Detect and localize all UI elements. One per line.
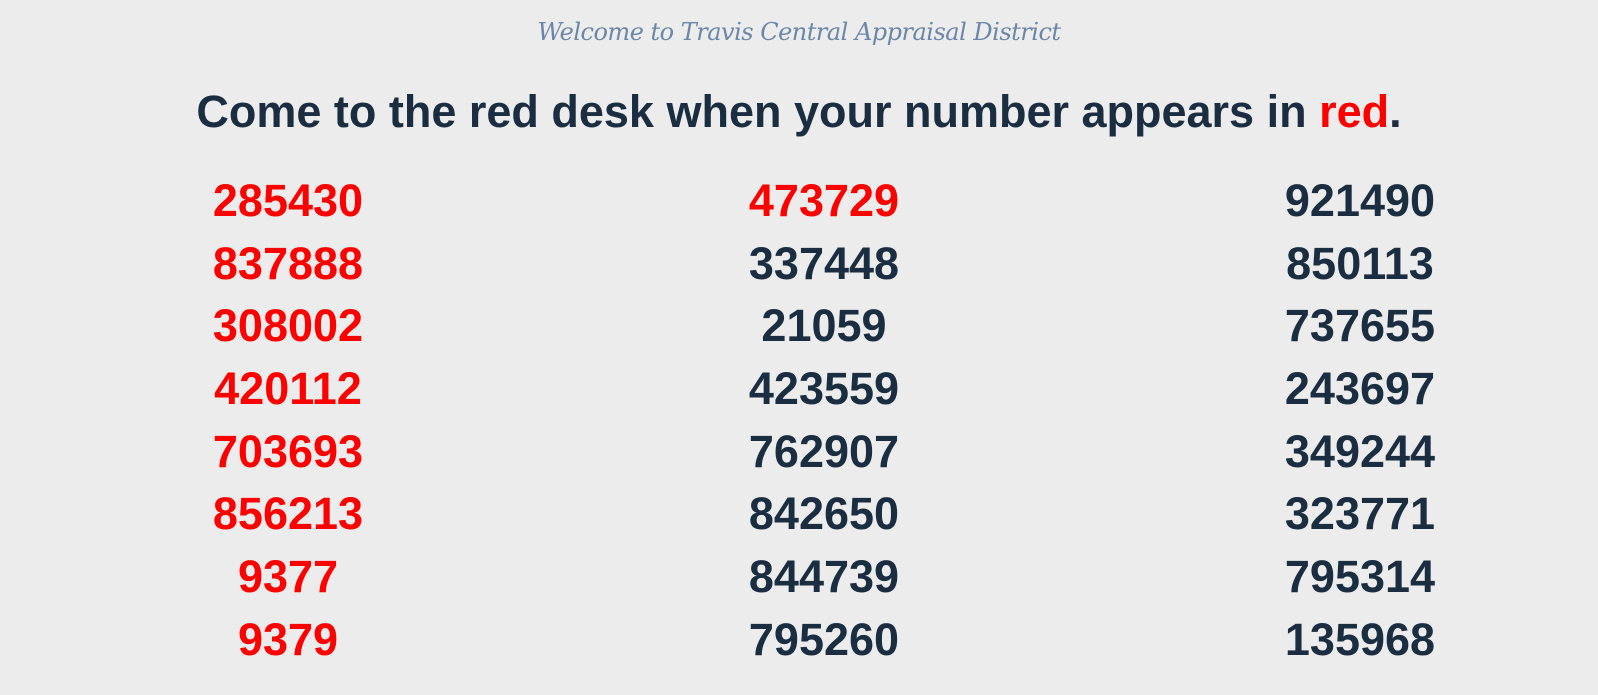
queue-number: 795314 <box>1284 551 1436 603</box>
queue-number: 285430 <box>212 175 364 226</box>
instruction-headline: Come to the red desk when your number ap… <box>0 84 1598 140</box>
queue-number: 844739 <box>748 551 900 603</box>
queue-number: 243697 <box>1284 363 1436 415</box>
queue-number: 21059 <box>761 300 887 352</box>
queue-number: 856213 <box>212 488 364 540</box>
queue-number: 842650 <box>748 488 900 540</box>
queue-number: 837888 <box>212 237 364 289</box>
queue-number: 337448 <box>748 237 900 289</box>
queue-number: 349244 <box>1284 425 1436 477</box>
queue-number: 703693 <box>212 425 364 477</box>
queue-number: 473729 <box>748 175 900 226</box>
instruction-period: . <box>1389 86 1402 137</box>
queue-number: 308002 <box>212 300 364 352</box>
number-column-3: 921490 850113 737655 243697 349244 32377… <box>1170 170 1550 672</box>
queue-number: 420112 <box>214 363 362 415</box>
queue-number: 135968 <box>1284 613 1436 665</box>
instruction-text: Come to the red desk when your number ap… <box>196 86 1320 137</box>
queue-number: 795260 <box>748 613 900 665</box>
queue-number: 9377 <box>237 551 339 603</box>
queue-number: 9379 <box>237 613 339 665</box>
queue-number: 423559 <box>748 363 900 415</box>
welcome-banner: Welcome to Travis Central Appraisal Dist… <box>537 18 1061 46</box>
number-column-1: 285430 837888 308002 420112 703693 85621… <box>98 170 478 672</box>
queue-number: 921490 <box>1284 175 1436 226</box>
queue-number: 323771 <box>1284 488 1436 540</box>
queue-number: 762907 <box>748 425 900 477</box>
queue-number: 737655 <box>1284 300 1436 352</box>
queue-number: 850113 <box>1286 237 1434 289</box>
number-column-2: 473729 337448 21059 423559 762907 842650… <box>634 170 1014 672</box>
instruction-red-word: red <box>1319 86 1390 137</box>
